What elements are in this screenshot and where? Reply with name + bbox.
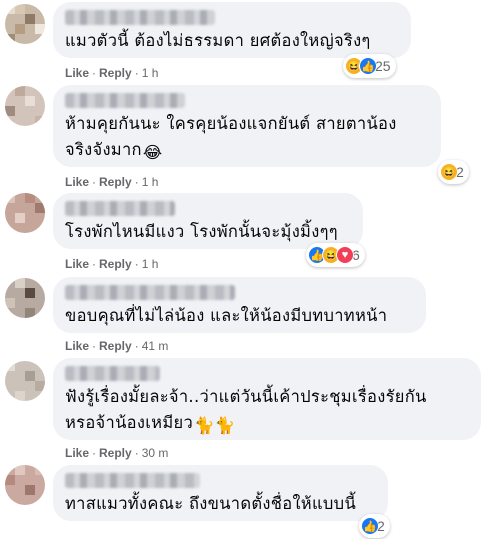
timestamp[interactable]: 30 m xyxy=(142,446,169,460)
like-link[interactable]: Like xyxy=(65,175,89,189)
avatar[interactable] xyxy=(5,278,45,318)
author-name[interactable] xyxy=(65,366,160,381)
author-name[interactable] xyxy=(65,93,185,108)
reaction-summary[interactable]: 😆 2 xyxy=(438,160,469,184)
avatar[interactable] xyxy=(5,361,45,401)
comment-actions: Like · Reply · 41 m xyxy=(65,339,169,353)
like-link[interactable]: Like xyxy=(65,339,89,353)
comment-bubble: ขอบคุณที่ไม่ไล่น้อง และให้น้องมีบทบาทหน้… xyxy=(53,277,426,333)
reply-link[interactable]: Reply xyxy=(99,66,132,80)
avatar[interactable] xyxy=(5,193,45,233)
author-name[interactable] xyxy=(65,201,175,216)
author-name[interactable] xyxy=(65,10,215,25)
comment-actions: Like · Reply · 30 m xyxy=(65,446,169,460)
comment-text: โรงพักไหนมีแงว โรงพักนั้นจะมุ้งมิ้งๆๆ xyxy=(65,222,338,241)
comment-bubble: โรงพักไหนมีแงว โรงพักนั้นจะมุ้งมิ้งๆๆ xyxy=(53,193,363,249)
reaction-count: 25 xyxy=(375,58,391,74)
avatar[interactable] xyxy=(5,86,45,126)
timestamp[interactable]: 1 h xyxy=(142,175,159,189)
reply-link[interactable]: Reply xyxy=(99,446,132,460)
reaction-summary[interactable]: 😆 👍 25 xyxy=(343,54,396,78)
comment-bubble: ฟังรู้เรื่องมั้ยละจ้า..ว่าแต่วันนี้เค้าป… xyxy=(53,358,481,440)
like-link[interactable]: Like xyxy=(65,446,89,460)
comment-text: ขอบคุณที่ไม่ไล่น้อง และให้น้องมีบทบาทหน้… xyxy=(65,306,388,325)
author-name[interactable] xyxy=(65,473,200,488)
comment-bubble: ห้ามคุยกันนะ ใครคุยน้องแจกยันต์ สายตาน้อ… xyxy=(53,85,441,167)
reply-link[interactable]: Reply xyxy=(99,339,132,353)
cat-emoji-icon: 🐈🐈 xyxy=(194,416,236,435)
comment-text: แมวตัวนี้ ต้องไม่ธรรมดา ยศต้องใหญ่จริงๆ xyxy=(65,31,371,50)
reply-link[interactable]: Reply xyxy=(99,175,132,189)
like-icon: 👍 xyxy=(359,57,377,75)
haha-emoji-icon: 😂 xyxy=(142,143,163,162)
comment-text: ฟังรู้เรื่องมั้ยละจ้า..ว่าแต่วันนี้เค้าป… xyxy=(65,384,469,439)
like-link[interactable]: Like xyxy=(65,257,89,271)
reply-link[interactable]: Reply xyxy=(99,257,132,271)
avatar[interactable] xyxy=(5,4,45,44)
like-link[interactable]: Like xyxy=(65,66,89,80)
reaction-summary[interactable]: 👍 😆 ♥ 6 xyxy=(306,243,365,267)
timestamp[interactable]: 1 h xyxy=(142,257,159,271)
author-name[interactable] xyxy=(65,285,235,300)
haha-icon: 😆 xyxy=(440,163,458,181)
timestamp[interactable]: 1 h xyxy=(142,66,159,80)
comment-actions: Like · Reply · 1 h xyxy=(65,175,159,189)
comment-text: ห้ามคุยกันนะ ใครคุยน้องแจกยันต์ สายตาน้อ… xyxy=(65,111,429,166)
timestamp[interactable]: 41 m xyxy=(142,339,169,353)
reaction-summary[interactable]: 👍 2 xyxy=(359,514,390,538)
comment-text: ทาสแมวทั้งคณะ ถึงขนาดตั้งชื่อให้แบบนี้ xyxy=(65,494,357,513)
comment-actions: Like · Reply · 1 h xyxy=(65,66,159,80)
avatar[interactable] xyxy=(5,465,45,505)
like-icon: 👍 xyxy=(361,517,379,535)
love-icon: ♥ xyxy=(336,246,354,264)
comment-bubble: แมวตัวนี้ ต้องไม่ธรรมดา ยศต้องใหญ่จริงๆ xyxy=(53,2,411,58)
comment-bubble: ทาสแมวทั้งคณะ ถึงขนาดตั้งชื่อให้แบบนี้ xyxy=(53,465,388,521)
comment-actions: Like · Reply · 1 h xyxy=(65,257,159,271)
